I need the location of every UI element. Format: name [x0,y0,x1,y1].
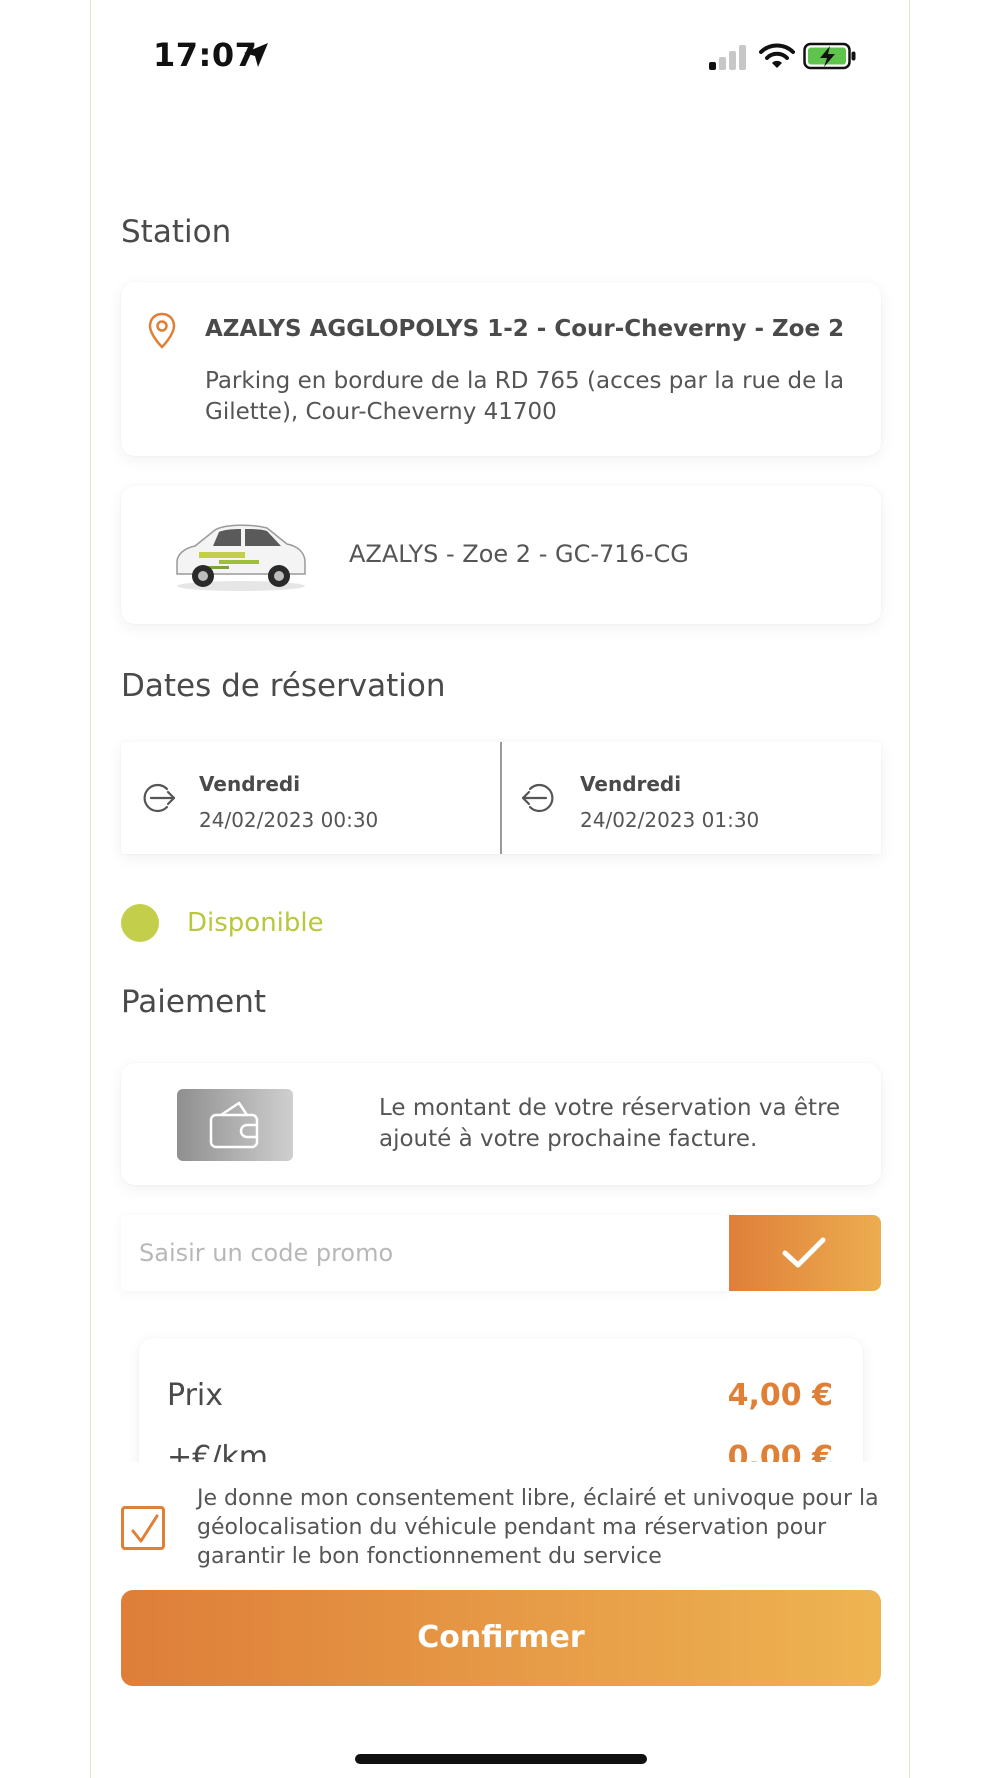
wallet-icon [209,1101,259,1149]
wifi-icon [759,43,795,68]
end-day: Vendredi [580,772,682,796]
map-pin-icon [148,312,176,349]
vehicle-label: AZALYS - Zoe 2 - GC-716-CG [349,540,689,568]
station-card[interactable]: AZALYS AGGLOPOLYS 1-2 - Cour-Cheverny - … [121,282,881,456]
consent-checkbox[interactable] [121,1506,165,1550]
confirm-button[interactable]: Confirmer [121,1590,881,1686]
car-image [176,524,306,591]
phone-screen: 17:07 Station AZALYS AGGLOPOLYS 1-2 - Co… [91,0,909,1778]
availability-label: Disponible [187,908,324,938]
cellular-signal-icon [709,45,746,70]
right-edge-line [909,0,910,1778]
end-date-cell[interactable]: Vendredi 24/02/2023 01:30 [500,742,881,854]
checkbox-check-icon [131,1514,159,1543]
checkmark-icon [782,1237,826,1268]
promo-row [121,1215,881,1291]
vehicle-card[interactable]: AZALYS - Zoe 2 - GC-716-CG [121,486,881,624]
departure-icon [143,783,176,813]
payment-section-title: Paiement [121,984,267,1020]
consent-text: Je donne mon consentement libre, éclairé… [197,1486,879,1569]
bottom-panel: Je donne mon consentement libre, éclairé… [91,1462,909,1778]
dates-card: Vendredi 24/02/2023 00:30 Vendredi 24/02… [121,742,881,854]
start-date-cell[interactable]: Vendredi 24/02/2023 00:30 [121,742,500,854]
station-section-title: Station [121,214,232,250]
promo-apply-button[interactable] [729,1215,881,1291]
start-day: Vendredi [199,772,301,796]
availability-dot [121,904,159,942]
end-datetime: 24/02/2023 01:30 [580,808,760,832]
wallet-badge [177,1089,293,1161]
dates-section-title: Dates de réservation [121,668,446,704]
return-icon [521,783,554,813]
payment-card: Le montant de votre réservation va être … [121,1063,881,1185]
home-indicator [355,1754,647,1764]
price-label: Prix [167,1378,223,1413]
start-datetime: 24/02/2023 00:30 [199,808,379,832]
promo-code-input[interactable] [121,1215,729,1291]
station-name: AZALYS AGGLOPOLYS 1-2 - Cour-Cheverny - … [205,316,845,342]
price-value: 4,00 € [727,1378,833,1413]
battery-charging-icon [803,42,856,70]
payment-info-text: Le montant de votre réservation va être … [379,1095,841,1152]
price-row: Prix 4,00 € [167,1378,833,1413]
location-arrow-icon [244,43,268,67]
station-address: Parking en bordure de la RD 765 (acces p… [205,368,845,425]
